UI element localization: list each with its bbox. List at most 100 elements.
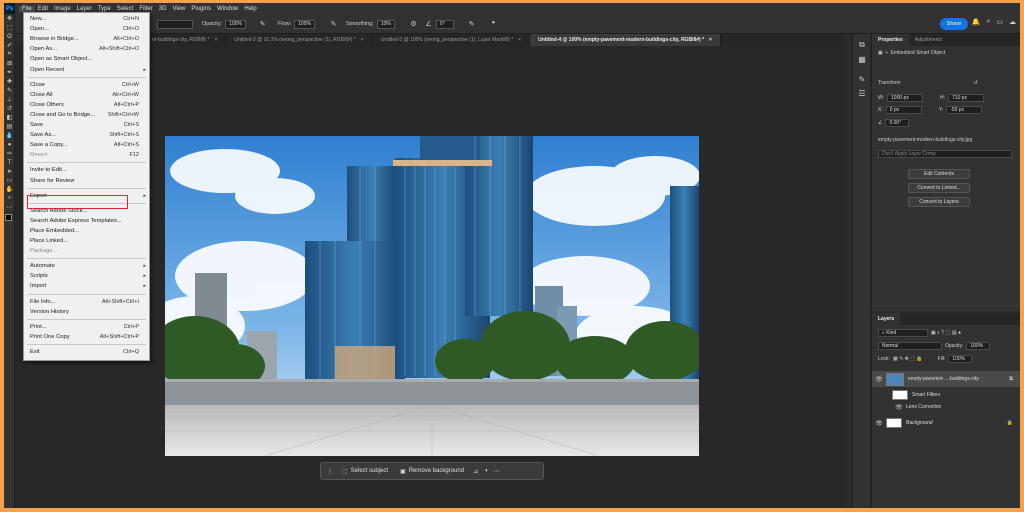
file-menu-item-open[interactable]: Open... Ctrl+O [24,24,149,34]
share-button[interactable]: Share [940,18,968,30]
zoom-tool-icon[interactable]: ⌕ [4,194,15,203]
move-tool-icon[interactable]: ✥ [4,14,15,23]
workspace-icon[interactable]: ▭ [996,18,1003,26]
fill-field[interactable]: 100% [948,355,973,363]
history-icon[interactable]: ⧉ [853,38,871,52]
file-menu-item-save[interactable]: Save Ctrl+S [24,120,149,130]
eye-icon[interactable]: 👁 [892,404,906,411]
file-menu-item-version-history[interactable]: Version History [24,307,149,317]
edit-contents-button[interactable]: Edit Contents [908,169,970,179]
angle-value[interactable]: 0° [436,19,454,29]
layer-smart-object[interactable]: 👁 empty-pavemnt-...-buildings-city ⧉ [872,371,1020,387]
adjustments-icon[interactable]: ☰ [853,86,871,100]
x-field[interactable]: 0 px [885,106,922,114]
y-field[interactable]: -59 px [946,106,983,114]
menu-file[interactable]: File [19,5,35,12]
close-icon[interactable]: × [518,37,521,43]
layer-comp-dropdown[interactable]: Don't Apply Layer Comp [878,150,1012,158]
layer-smart-filters[interactable]: Smart Filters [892,388,1020,402]
tab-properties[interactable]: Properties [872,34,909,46]
more-options-icon[interactable]: ⋯ [494,468,500,475]
blend-mode-dropdown[interactable]: Normal [878,342,942,350]
file-menu-item-save-a-copy[interactable]: Save a Copy... Alt+Ctrl+S [24,140,149,150]
cloud-icon[interactable]: ☁ [1009,18,1016,26]
menu-view[interactable]: View [169,6,188,12]
hand-tool-icon[interactable]: ✋ [4,185,15,194]
gradient-tool-icon[interactable]: ▤ [4,122,15,131]
transform-icon[interactable]: ⊿ [473,468,478,475]
stamp-tool-icon[interactable]: ⊥ [4,95,15,104]
reset-transform-icon[interactable]: ↺ [974,80,978,86]
crop-tool-icon[interactable]: ⌗ [4,50,15,59]
tab-adjustments[interactable]: Adjustments [909,34,949,46]
file-menu-item-open-recent[interactable]: Open Recent ▸ [24,65,149,75]
dodge-tool-icon[interactable]: ● [4,140,15,149]
tab-document-3[interactable]: Untitled-3 @ 100% (wrong_perspective (1)… [373,34,531,46]
opacity-control[interactable]: Opacity: 100% [202,19,246,29]
lock-icons[interactable]: ▦ ✎ ✥ ⬚ 🔒 [893,356,923,362]
opacity-value[interactable]: 100% [225,19,246,29]
frame-tool-icon[interactable]: ⊠ [4,59,15,68]
file-menu-item-invite-to-edit[interactable]: Invite to Edit... [24,165,149,175]
tab-document-4[interactable]: Untitled-4 @ 100% (empty-pavement-modern… [530,34,721,46]
menu-filter[interactable]: Filter [136,6,155,12]
menu-type[interactable]: Type [95,6,114,12]
drag-handle-icon[interactable]: ⋮ [327,468,333,475]
mode-dropdown[interactable] [154,19,193,29]
menu-plugins[interactable]: Plugins [188,6,214,12]
symmetry-icon[interactable]: ꔷ [489,19,498,29]
pen-tool-icon[interactable]: ✑ [4,149,15,158]
file-menu-item-open-as[interactable]: Open As... Alt+Shift+Ctrl+O [24,44,149,54]
file-menu-item-close-and-go-to-bridge[interactable]: Close and Go to Bridge... Shift+Ctrl+W [24,110,149,120]
path-select-tool-icon[interactable]: ➤ [4,167,15,176]
lasso-tool-icon[interactable]: ʘ [4,32,15,41]
file-menu-item-import[interactable]: Import ▸ [24,281,149,291]
search-icon[interactable]: ⌕ [986,18,990,26]
quick-select-tool-icon[interactable]: ✐ [4,41,15,50]
angle-control[interactable]: ∠ 0° [424,19,454,29]
filter-icons[interactable]: ▣ ◐ T ⬚ ▤ ● [931,330,961,336]
document-image[interactable] [165,136,699,456]
tab-document-1[interactable]: re-buildings-city, RGB/8) * × [144,34,227,46]
file-menu-item-print[interactable]: Print... Ctrl+P [24,322,149,332]
file-menu-item-close-others[interactable]: Close Others Alt+Ctrl+P [24,100,149,110]
flow-control[interactable]: Flow: 100% [278,19,315,29]
select-subject-button[interactable]: ⬚ Select subject [339,466,391,477]
blur-tool-icon[interactable]: 💧 [4,131,15,140]
close-icon[interactable]: × [709,37,712,43]
pressure-size-icon[interactable]: ✎ [467,19,476,29]
file-menu-item-share-for-review[interactable]: Share for Review [24,176,149,186]
foreground-color-swatch[interactable] [5,214,12,221]
remove-background-button[interactable]: ▣ Remove background [397,466,467,477]
marquee-tool-icon[interactable]: ⬚ [4,23,15,32]
file-menu-item-print-one-copy[interactable]: Print One Copy Alt+Shift+Ctrl+P [24,332,149,342]
airbrush-icon[interactable]: ✎ [329,19,338,29]
file-menu-item-close-all[interactable]: Close All Alt+Ctrl+W [24,90,149,100]
menu-select[interactable]: Select [114,6,137,12]
file-menu-item-search-adobe-express-templates[interactable]: Search Adobe Express Templates... [24,216,149,226]
file-menu-item-close[interactable]: Close Ctrl+W [24,80,149,90]
smoothing-value[interactable]: 10% [376,19,395,29]
angle-field[interactable]: 0.00° [885,119,910,127]
color-swatches[interactable] [4,212,14,228]
close-icon[interactable]: × [214,37,217,43]
eye-icon[interactable]: 👁 [872,420,886,427]
height-field[interactable]: 710 px [948,94,985,102]
more-tools-icon[interactable]: ⋯ [4,203,15,212]
file-menu-item-file-info[interactable]: File Info... Alt+Shift+Ctrl+I [24,297,149,307]
pressure-opacity-icon[interactable]: ✎ [258,19,267,29]
color-icon[interactable]: ▦ [853,52,871,66]
eyedropper-tool-icon[interactable]: ✒ [4,68,15,77]
file-menu-item-new[interactable]: New... Ctrl+N [24,14,149,24]
file-menu-item-save-as[interactable]: Save As... Shift+Ctrl+S [24,130,149,140]
notifications-icon[interactable]: 🔔 [972,18,981,26]
menu-help[interactable]: Help [241,6,259,12]
menu-image[interactable]: Image [51,6,74,12]
menu-window[interactable]: Window [214,6,241,12]
healing-tool-icon[interactable]: ✚ [4,77,15,86]
file-menu-item-place-embedded[interactable]: Place Embedded... [24,226,149,236]
file-menu-item-browse-in-bridge[interactable]: Browse in Bridge... Alt+Ctrl+O [24,34,149,44]
menu-layer[interactable]: Layer [74,6,95,12]
type-tool-icon[interactable]: T [4,158,15,167]
smoothing-control[interactable]: Smoothing: 10% [346,19,395,29]
